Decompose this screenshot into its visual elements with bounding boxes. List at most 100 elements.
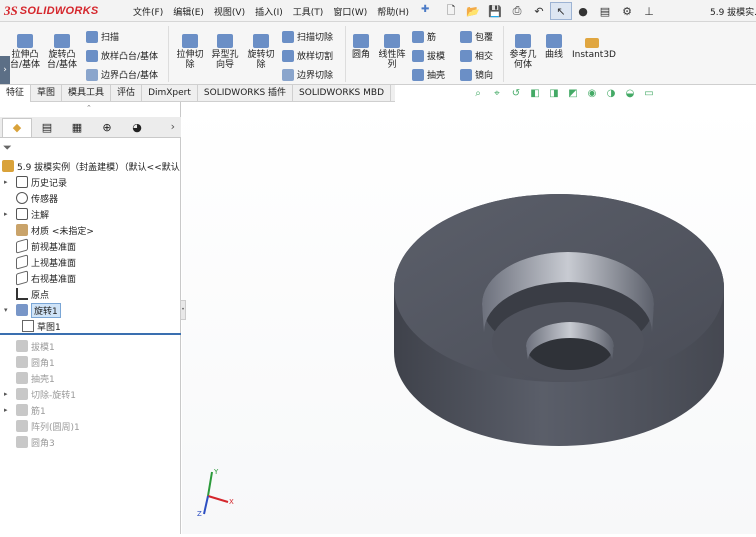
- revolve-cut-button[interactable]: 旋转切除: [244, 34, 278, 70]
- dimxpert-manager-tab-icon[interactable]: ⊕: [92, 118, 122, 137]
- loft-cut-button[interactable]: 放样切割: [282, 49, 333, 62]
- tree-item-history[interactable]: ▸ 历史记录: [0, 174, 181, 190]
- graphics-viewport[interactable]: Y X Z: [182, 102, 756, 534]
- tree-item-origin[interactable]: 原点: [0, 286, 181, 302]
- configuration-manager-tab-icon[interactable]: ▦: [62, 118, 92, 137]
- tabs-scroll-right-icon[interactable]: ›: [171, 120, 175, 133]
- save-icon[interactable]: 💾: [484, 2, 506, 20]
- tab-addins[interactable]: SOLIDWORKS 插件: [198, 85, 294, 102]
- command-manager: 拉伸凸 台/基体 旋转凸 台/基体 扫描 放样凸台/基体 边界凸台/基体 拉伸切除 …: [0, 22, 756, 85]
- tree-item-cut-revolve1[interactable]: ▸ 切除-旋转1: [0, 386, 181, 402]
- menu-view[interactable]: 视图(V): [214, 5, 245, 18]
- traffic-light-icon[interactable]: ●: [572, 2, 594, 20]
- sweep-cut-button[interactable]: 扫描切除: [282, 30, 333, 43]
- pin-icon[interactable]: ✚: [421, 4, 429, 15]
- solidworks-logo[interactable]: 3S SOLIDWORKS: [4, 3, 99, 19]
- expand-arrow-icon[interactable]: ▸: [4, 178, 12, 186]
- panel-splitter[interactable]: •: [180, 300, 186, 320]
- open-icon[interactable]: 📂: [462, 2, 484, 20]
- tree-item-sensors[interactable]: 传感器: [0, 190, 181, 206]
- boundary-boss-icon: [86, 68, 98, 81]
- menu-edit[interactable]: 编辑(E): [173, 5, 204, 18]
- annotation-icon: [16, 208, 28, 220]
- tree-item-top-plane[interactable]: 上视基准面: [0, 254, 181, 270]
- print-icon[interactable]: ⎙: [506, 2, 528, 20]
- file-properties-icon[interactable]: ▤: [594, 2, 616, 20]
- tree-item-annotations[interactable]: ▸ 注解: [0, 206, 181, 222]
- tree-item-material[interactable]: 材质 <未指定>: [0, 222, 181, 238]
- tab-sketch[interactable]: 草图: [31, 85, 63, 102]
- shell-button[interactable]: 抽壳: [412, 68, 445, 81]
- draft-button[interactable]: 拔模: [412, 49, 445, 62]
- intersect-button[interactable]: 相交: [460, 49, 493, 62]
- tree-item-sketch1[interactable]: 草图1: [0, 318, 181, 334]
- menu-file[interactable]: 文件(F): [133, 5, 163, 18]
- tree-item-revolve1[interactable]: ▾ 旋转1: [0, 302, 181, 318]
- undo-icon[interactable]: ↶: [528, 2, 550, 20]
- loft-boss-button[interactable]: 放样凸台/基体: [86, 49, 158, 62]
- display-manager-tab-icon[interactable]: ◕: [122, 118, 152, 137]
- linear-pattern-button[interactable]: 线性阵列: [376, 34, 408, 70]
- tree-item-fillet3[interactable]: 圆角3: [0, 434, 181, 450]
- new-document-icon[interactable]: 🗋: [440, 2, 462, 20]
- tree-root-part[interactable]: 5.9 拔模实例（封盖建模）（默认<<默认: [0, 158, 181, 174]
- filter-icon[interactable]: ⏷: [3, 141, 12, 155]
- expand-arrow-icon[interactable]: ▸: [4, 406, 12, 414]
- collapse-arrow-icon[interactable]: ▾: [4, 306, 12, 314]
- panel-grip[interactable]: ⌃: [86, 104, 94, 112]
- extrude-boss-button[interactable]: 拉伸凸 台/基体: [8, 34, 42, 70]
- select-icon[interactable]: ↖: [550, 2, 572, 20]
- model-view[interactable]: Y X Z: [182, 102, 756, 534]
- mirror-button[interactable]: 镜向: [460, 68, 493, 81]
- rib-button[interactable]: 筋: [412, 30, 436, 43]
- pin-down-icon[interactable]: ⊥: [638, 2, 660, 20]
- sweep-button[interactable]: 扫描: [86, 30, 119, 43]
- extrude-cut-icon: [182, 34, 198, 48]
- tree-item-right-plane[interactable]: 右视基准面: [0, 270, 181, 286]
- menu-insert[interactable]: 插入(I): [255, 5, 283, 18]
- tab-evaluate[interactable]: 评估: [111, 85, 143, 102]
- view-settings-icon[interactable]: ▭: [641, 88, 657, 102]
- boundary-cut-button[interactable]: 边界切除: [282, 68, 333, 81]
- wrap-button[interactable]: 包覆: [460, 30, 493, 43]
- revolve-boss-button[interactable]: 旋转凸 台/基体: [44, 34, 80, 70]
- tree-item-label: 切除-旋转1: [31, 390, 76, 401]
- zoom-to-fit-icon[interactable]: ⌕: [470, 88, 486, 102]
- history-icon: [16, 176, 28, 188]
- ribbon-expand-handle[interactable]: ›: [0, 56, 10, 84]
- hole-wizard-button[interactable]: 异型孔 向导: [208, 34, 242, 70]
- extrude-cut-button[interactable]: 拉伸切除: [174, 34, 206, 70]
- property-manager-tab-icon[interactable]: ▤: [32, 118, 62, 137]
- apply-scene-icon[interactable]: ◒: [622, 88, 638, 102]
- previous-view-icon[interactable]: ↺: [508, 88, 524, 102]
- tree-item-fillet1[interactable]: 圆角1: [0, 354, 181, 370]
- tree-item-shell1[interactable]: 抽壳1: [0, 370, 181, 386]
- tab-mbd[interactable]: SOLIDWORKS MBD: [293, 85, 391, 102]
- curves-button[interactable]: 曲线: [542, 34, 566, 60]
- expand-arrow-icon[interactable]: ▸: [4, 210, 12, 218]
- reference-geometry-button[interactable]: 参考几 何体: [507, 34, 539, 70]
- tree-item-draft1[interactable]: 拔模1: [0, 338, 181, 354]
- hide-show-icon[interactable]: ◉: [584, 88, 600, 102]
- view-orientation-icon[interactable]: ◨: [546, 88, 562, 102]
- tab-features[interactable]: 特征: [0, 85, 32, 102]
- tab-dimxpert[interactable]: DimXpert: [142, 85, 198, 102]
- section-view-icon[interactable]: ◧: [527, 88, 543, 102]
- instant3d-button[interactable]: Instant3D: [572, 38, 616, 60]
- expand-arrow-icon[interactable]: ▸: [4, 390, 12, 398]
- edit-appearance-icon[interactable]: ◑: [603, 88, 619, 102]
- tree-item-circular-pattern1[interactable]: 阵列(圆周)1: [0, 418, 181, 434]
- menu-window[interactable]: 窗口(W): [333, 5, 367, 18]
- boundary-boss-button[interactable]: 边界凸台/基体: [86, 68, 158, 81]
- menu-tools[interactable]: 工具(T): [293, 5, 324, 18]
- tree-item-rib1[interactable]: ▸ 筋1: [0, 402, 181, 418]
- tab-mold-tools[interactable]: 模具工具: [62, 85, 112, 102]
- display-style-icon[interactable]: ◩: [565, 88, 581, 102]
- zoom-area-icon[interactable]: ⌖: [489, 88, 505, 102]
- tree-item-front-plane[interactable]: 前视基准面: [0, 238, 181, 254]
- rollback-bar[interactable]: [0, 333, 181, 335]
- options-gear-icon[interactable]: ⚙: [616, 2, 638, 20]
- menu-help[interactable]: 帮助(H): [377, 5, 409, 18]
- feature-manager-tab-icon[interactable]: ◆: [2, 117, 32, 137]
- fillet-button[interactable]: 圆角: [350, 34, 372, 60]
